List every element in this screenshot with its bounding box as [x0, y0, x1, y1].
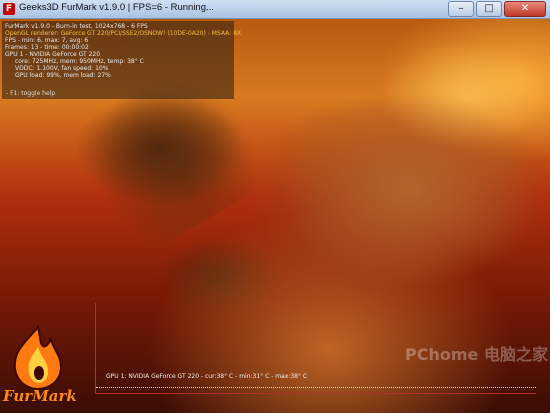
hud-fps-line: FPS - min: 6, max: 7, avg: 6 [5, 37, 89, 44]
furmark-app-icon[interactable]: F [3, 3, 15, 15]
stats-overlay: FurMark v1.9.0 - Burn-in test, 1024x768 … [2, 21, 242, 99]
hud-frames-line: Frames: 13 - time: 00:00:02 [5, 44, 89, 51]
fur-body-shape [280, 89, 540, 289]
window-titlebar[interactable]: F Geeks3D FurMark v1.9.0 | FPS=6 - Runni… [0, 0, 550, 19]
logo-text: FurMark [3, 387, 77, 405]
pchome-watermark: PChome 电脑之家 [405, 345, 548, 364]
close-button[interactable]: ✕ [504, 1, 546, 17]
flame-icon [13, 324, 63, 391]
hud-gpu-load: GPU load: 99%, mem load: 27% [15, 72, 111, 79]
hud-gpu-title: GPU 1 - NVIDIA GeForce GT 220 [5, 51, 101, 58]
hud-gpu-core: core: 725MHz, mem: 950MHz, temp: 38° C [15, 58, 144, 65]
hud-title-line: FurMark v1.9.0 - Burn-in test, 1024x768 … [5, 23, 148, 30]
temperature-line [96, 387, 536, 388]
hud-renderer-line: OpenGL renderer: GeForce GT 220/PCI/SSE2… [5, 30, 242, 37]
maximize-button[interactable]: □ [476, 1, 502, 17]
furmark-logo: FurMark [3, 324, 77, 411]
hud-gpu-vddc: VDDC: 1.100V, fan speed: 10% [15, 65, 109, 72]
window-controls: – □ ✕ [448, 1, 546, 17]
window-title: Geeks3D FurMark v1.9.0 | FPS=6 - Running… [19, 2, 214, 13]
render-viewport[interactable]: FurMark v1.9.0 - Burn-in test, 1024x768 … [0, 19, 550, 413]
minimize-button[interactable]: – [448, 1, 474, 17]
graph-label: GPU 1: NVIDIA GeForce GT 220 - cur:38° C… [106, 373, 308, 380]
hud-help-text: - F1: toggle help [6, 90, 56, 97]
